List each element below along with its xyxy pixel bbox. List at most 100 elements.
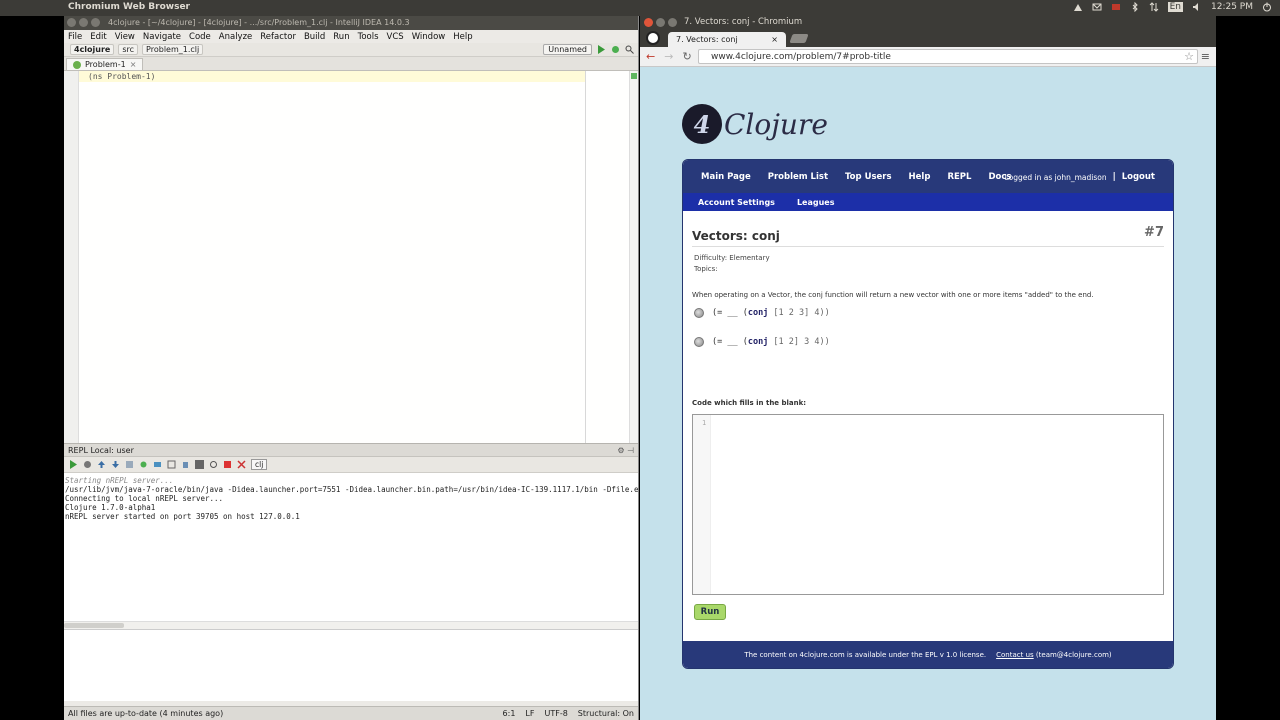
code-input-editor[interactable]: 1 — [692, 414, 1164, 595]
ide-title: 4clojure - [~/4clojure] - [4clojure] - .… — [108, 18, 410, 27]
menu-file[interactable]: File — [68, 32, 82, 42]
status-message: All files are up-to-date (4 minutes ago) — [68, 709, 224, 718]
browser-tab[interactable]: 7. Vectors: conj × — [668, 32, 786, 47]
menu-code[interactable]: Code — [189, 32, 211, 42]
menu-window[interactable]: Window — [412, 32, 446, 42]
site-logo[interactable]: 4 Clojure — [682, 103, 828, 145]
bookmark-star-icon[interactable]: ☆ — [1184, 50, 1194, 63]
menu-edit[interactable]: Edit — [90, 32, 106, 42]
editor-tab-problem-1[interactable]: Problem-1 × — [66, 58, 144, 70]
stop-icon[interactable] — [83, 460, 92, 469]
close-tab-icon[interactable]: × — [771, 35, 778, 44]
run-button[interactable]: Run — [694, 604, 726, 620]
minimize-icon[interactable] — [656, 18, 665, 27]
new-tab-button[interactable] — [789, 34, 809, 43]
menu-refactor[interactable]: Refactor — [260, 32, 296, 42]
menu-navigate[interactable]: Navigate — [143, 32, 181, 42]
repl-namespace-select[interactable]: clj — [251, 459, 268, 470]
trash-icon[interactable] — [181, 460, 190, 469]
repl-output-line: Clojure 1.7.0-alpha1 — [65, 503, 156, 512]
caret-position[interactable]: 6:1 — [503, 709, 516, 718]
search-icon[interactable] — [625, 45, 634, 54]
load-file-icon[interactable] — [125, 460, 134, 469]
site-container: Main Page Problem List Top Users Help RE… — [682, 159, 1174, 669]
nav-help[interactable]: Help — [909, 172, 931, 182]
power-icon[interactable] — [1262, 2, 1272, 12]
run-configuration-select[interactable]: Unnamed — [543, 44, 592, 55]
play-icon[interactable] — [69, 460, 78, 469]
repl-input-area[interactable] — [64, 629, 638, 701]
logo-wordmark: Clojure — [724, 107, 828, 141]
structural-mode[interactable]: Structural: On — [578, 709, 634, 718]
menu-help[interactable]: Help — [453, 32, 472, 42]
file-encoding[interactable]: UTF-8 — [544, 709, 567, 718]
breadcrumb-src[interactable]: src — [118, 44, 139, 55]
forward-icon[interactable]: → — [664, 50, 673, 63]
ide-menubar: File Edit View Navigate Code Analyze Ref… — [64, 30, 638, 43]
repl-panel-settings[interactable]: ⚙ ⊣ — [617, 446, 634, 455]
menu-run[interactable]: Run — [333, 32, 349, 42]
back-icon[interactable]: ← — [646, 50, 655, 63]
stop-red-icon[interactable] — [223, 460, 232, 469]
contact-email: (team@4clojure.com) — [1035, 650, 1112, 659]
no-errors-icon[interactable] — [631, 73, 637, 79]
rerun-icon[interactable] — [209, 460, 218, 469]
mail-icon[interactable] — [1092, 2, 1102, 12]
code-editor[interactable]: (ns Problem-1) — [64, 71, 638, 443]
repl-toolbar: clj — [64, 457, 638, 473]
footer-license-text: The content on 4clojure.com is available… — [744, 650, 987, 659]
breadcrumb-project-label: 4clojure — [74, 45, 111, 54]
breadcrumb-project[interactable]: 4clojure — [70, 44, 115, 55]
menu-analyze[interactable]: Analyze — [219, 32, 253, 42]
run-icon[interactable] — [597, 45, 606, 54]
close-icon[interactable] — [237, 460, 246, 469]
transfer-icon[interactable] — [1149, 2, 1159, 12]
close-icon[interactable] — [644, 18, 653, 27]
nav-top-users[interactable]: Top Users — [845, 172, 892, 182]
reload-icon[interactable]: ↻ — [682, 50, 691, 63]
menu-tools[interactable]: Tools — [358, 32, 379, 42]
address-bar[interactable]: www.4clojure.com/problem/7#prob-title — [698, 49, 1198, 64]
pin-icon[interactable] — [195, 460, 204, 469]
logout-link[interactable]: Logout — [1122, 172, 1155, 182]
sync-icon[interactable] — [153, 460, 162, 469]
line-separator[interactable]: LF — [525, 709, 534, 718]
breadcrumb-file[interactable]: Problem_1.clj — [142, 44, 204, 55]
system-tray: En 12:25 PM — [1073, 2, 1272, 12]
gear-icon[interactable] — [139, 460, 148, 469]
maximize-icon[interactable] — [91, 18, 100, 27]
nav-account-settings[interactable]: Account Settings — [698, 198, 775, 207]
close-icon[interactable] — [67, 18, 76, 27]
history-icon[interactable] — [167, 460, 176, 469]
bluetooth-icon[interactable] — [1130, 2, 1140, 12]
volume-icon[interactable] — [1192, 2, 1202, 12]
site-main-nav: Main Page Problem List Top Users Help RE… — [683, 160, 1173, 193]
record-icon[interactable] — [1111, 2, 1121, 12]
nav-leagues[interactable]: Leagues — [797, 198, 835, 207]
network-icon[interactable] — [1073, 2, 1083, 12]
browser-menu-icon[interactable]: ≡ — [1201, 50, 1210, 63]
browser-toolbar: ← → ↻ www.4clojure.com/problem/7#prob-ti… — [640, 47, 1216, 67]
minimize-icon[interactable] — [79, 18, 88, 27]
menu-vcs[interactable]: VCS — [387, 32, 404, 42]
clock[interactable]: 12:25 PM — [1211, 2, 1253, 12]
maximize-icon[interactable] — [668, 18, 677, 27]
menu-build[interactable]: Build — [304, 32, 325, 42]
keyboard-layout-indicator[interactable]: En — [1167, 2, 1183, 12]
contact-us-link[interactable]: Contact us — [996, 651, 1034, 659]
scrollbar-thumb[interactable] — [64, 623, 124, 628]
code-line-1[interactable]: (ns Problem-1) — [88, 72, 155, 81]
nav-problem-list[interactable]: Problem List — [768, 172, 828, 182]
repl-horizontal-scrollbar[interactable] — [64, 621, 638, 629]
arrow-down-icon[interactable] — [111, 460, 120, 469]
menu-view[interactable]: View — [115, 32, 135, 42]
browser-tabstrip: 7. Vectors: conj × — [640, 29, 1216, 47]
test-code: (= __ (conj [1 2] 3 4)) — [712, 337, 830, 347]
nav-repl[interactable]: REPL — [947, 172, 971, 182]
nav-main-page[interactable]: Main Page — [701, 172, 751, 182]
profile-avatar-icon[interactable] — [646, 31, 660, 45]
close-tab-icon[interactable]: × — [130, 60, 137, 69]
arrow-up-icon[interactable] — [97, 460, 106, 469]
debug-icon[interactable] — [611, 45, 620, 54]
navigation-buttons: ← → ↻ — [646, 50, 692, 63]
